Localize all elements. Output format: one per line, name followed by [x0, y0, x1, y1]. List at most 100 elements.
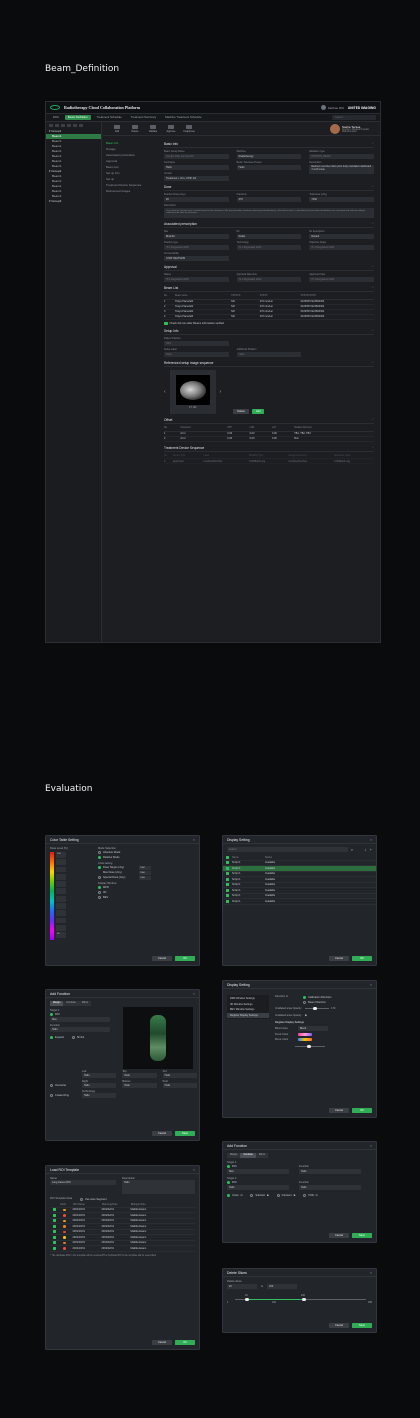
checkbox-checked-icon[interactable]: [53, 1241, 56, 1245]
tab-combine[interactable]: Combine: [240, 1153, 256, 1158]
basic-info-header[interactable]: Basic Info ⌃: [164, 141, 374, 148]
dose-level-input[interactable]: [56, 903, 66, 909]
to-input[interactable]: 200: [267, 1284, 298, 1289]
move-color-swatch[interactable]: [298, 1038, 312, 1041]
list-item[interactable]: Script 1 Available: [223, 899, 376, 905]
bottom-select[interactable]: Hello: [122, 1083, 157, 1088]
checkbox-checked-icon[interactable]: [53, 1213, 56, 1217]
search-input[interactable]: Search...: [332, 115, 376, 120]
approved-user-input[interactable]: IS 1 Regulated 2000: [309, 277, 374, 282]
xor-radio[interactable]: XOR ◘: [303, 1193, 317, 1198]
slider-knob[interactable]: [307, 1044, 311, 1048]
add-image-button[interactable]: Add: [251, 409, 265, 414]
save-button[interactable]: Save: [175, 1131, 195, 1136]
tab-mirror[interactable]: Mirror: [78, 1001, 92, 1006]
checkbox-checked-icon[interactable]: [53, 1224, 56, 1228]
close-icon[interactable]: ×: [370, 1269, 372, 1276]
dose-level-input[interactable]: [56, 895, 66, 902]
opacity-slider[interactable]: [305, 1006, 329, 1010]
dose-level-input[interactable]: [56, 881, 66, 887]
dose-level-input[interactable]: [56, 924, 66, 931]
technology-input[interactable]: IS 1 Regulated 2000: [236, 245, 302, 250]
cancel-button[interactable]: Cancel: [152, 1131, 172, 1136]
dose-level-input[interactable]: [56, 873, 66, 880]
right-select[interactable]: Hello: [82, 1083, 117, 1088]
fixed-color-swatch[interactable]: [298, 1033, 312, 1036]
select-all-checkbox[interactable]: [226, 855, 229, 859]
ref-images-header[interactable]: Referenced setup image sequence ⌃: [164, 360, 374, 367]
ok-button[interactable]: OK: [175, 1340, 195, 1345]
create-ring-checkbox[interactable]: Create Ring: [50, 1093, 76, 1098]
validate-button[interactable]: Validate: [147, 124, 159, 133]
checkbox-checked-icon[interactable]: [226, 883, 229, 887]
machine-select[interactable]: Radiotherapy: [236, 154, 302, 159]
technology-select[interactable]: Hello: [82, 1093, 117, 1098]
blend-select[interactable]: Blend: [298, 1026, 328, 1031]
checkbox-checked-icon[interactable]: [53, 1208, 56, 1212]
search-icon[interactable]: ⌕: [351, 847, 353, 852]
save-button[interactable]: Save: [352, 1233, 372, 1238]
setup-header[interactable]: Setup Info ⌃: [164, 328, 374, 335]
add-icon[interactable]: +: [370, 847, 372, 852]
checkbox-checked-icon[interactable]: [226, 866, 229, 870]
rx-description-input[interactable]: Default: [309, 234, 374, 239]
rx-select[interactable]: Radio: [236, 234, 302, 239]
beam-list-header[interactable]: Beam List ⌃: [164, 285, 374, 292]
dose-level-input[interactable]: 50: [56, 932, 66, 939]
add-icon[interactable]: [49, 124, 53, 127]
dose-level-input[interactable]: [56, 859, 66, 866]
close-icon[interactable]: ×: [370, 981, 372, 988]
ant-select[interactable]: Hello: [162, 1073, 197, 1078]
cancel-button[interactable]: Cancel: [329, 956, 349, 961]
checkbox-checked-icon[interactable]: [226, 888, 229, 892]
slider-knob-to[interactable]: [302, 1297, 306, 1301]
prescription-header[interactable]: Associated prescription ⌃: [164, 221, 374, 228]
device-seq-header[interactable]: Treatment Device Sequence ⌃: [164, 445, 374, 452]
beam-direction-radio[interactable]: Beam Direction: [303, 1000, 331, 1005]
template-name-select[interactable]: Lung Cancer ROI: [50, 1180, 116, 1185]
relative-mode-radio[interactable]: Relative Mode: [98, 855, 188, 860]
radiation-type-select[interactable]: PHOTON_BEAM: [309, 154, 374, 159]
ok-button[interactable]: OK: [352, 1108, 372, 1113]
checkbox-checked-icon[interactable]: [226, 877, 229, 881]
checkbox-checked-icon[interactable]: [226, 899, 229, 903]
approval-header[interactable]: Approval ⌃: [164, 264, 374, 271]
post-select[interactable]: Hello: [162, 1083, 197, 1088]
shrink-radio[interactable]: Shrink: [71, 1035, 84, 1040]
blend-slider[interactable]: [295, 1044, 325, 1048]
tab-margin[interactable]: Margin: [227, 1153, 241, 1158]
tab-treatment-schedule[interactable]: Treatment Schedule: [94, 115, 125, 120]
roi-select[interactable]: Skin: [50, 1016, 110, 1022]
ok-button[interactable]: OK: [175, 956, 195, 961]
import-icon[interactable]: ⇩: [364, 848, 367, 852]
special-dose-input[interactable]: 7000: [139, 875, 151, 880]
add-button[interactable]: Add: [111, 124, 123, 133]
description-textarea[interactable]: Bedroom next blue finish point body modu…: [309, 165, 374, 174]
cancel-button[interactable]: Cancel: [329, 1233, 349, 1238]
close-icon[interactable]: ×: [193, 836, 195, 843]
profile-card[interactable]: Sasha Terasa Southern Medical Hospital R…: [330, 124, 376, 134]
cancel-button[interactable]: Cancel: [329, 1323, 349, 1328]
tab-margin[interactable]: Margin: [50, 1001, 64, 1006]
special-dose-radio[interactable]: Special Dose (cGy) 7000: [98, 875, 188, 880]
cancel-button[interactable]: Cancel: [152, 956, 172, 961]
max-dose-input[interactable]: 7000: [139, 870, 151, 875]
slider-knob[interactable]: [313, 1006, 317, 1010]
save-button[interactable]: Save: [352, 1323, 372, 1328]
setup-label-input[interactable]: Hello: [164, 352, 229, 357]
unapprove-button[interactable]: Unapprove: [183, 124, 195, 133]
close-icon[interactable]: ×: [370, 836, 372, 843]
tab-mirror[interactable]: Mirror: [255, 1153, 269, 1158]
3d-preview[interactable]: [123, 1007, 193, 1069]
top-select[interactable]: Hello: [122, 1073, 157, 1078]
slice-range-slider[interactable]: 1 20 100 200 255: [227, 1294, 372, 1305]
auto-segment-checkbox[interactable]: Use Auto Segment: [80, 1197, 107, 1202]
play-icon[interactable]: ▶: [305, 1013, 307, 1017]
collapse-icon[interactable]: [73, 124, 77, 127]
tab-machine-schedule[interactable]: Machine Treatment Schedule: [162, 115, 204, 120]
close-icon[interactable]: ×: [370, 1142, 372, 1149]
status-input[interactable]: IS 1 Regulated 2000: [164, 277, 229, 282]
intersect-radio[interactable]: Intersect ◙: [276, 1193, 295, 1198]
tab-rhs[interactable]: RHS: [50, 115, 62, 120]
union-radio[interactable]: Union ◘: [227, 1193, 242, 1198]
